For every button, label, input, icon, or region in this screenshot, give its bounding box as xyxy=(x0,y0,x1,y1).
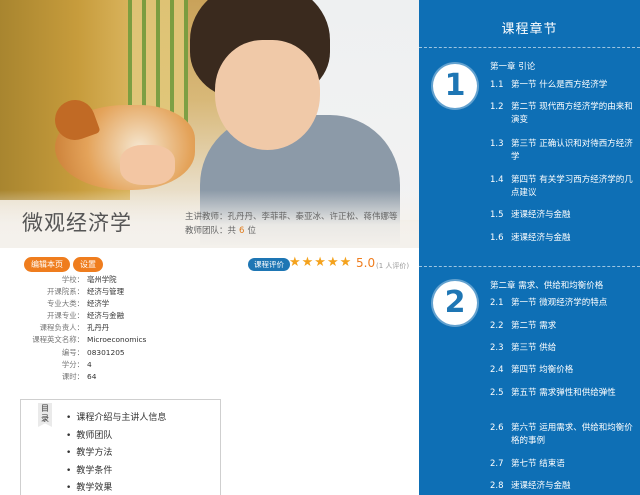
section-1-1[interactable]: 1.1 第一节 什么是西方经济学 xyxy=(490,79,638,92)
team-info: 教师团队：共 6 位 xyxy=(185,224,256,236)
section-2-7[interactable]: 2.7 第七节 结束语 xyxy=(490,458,638,471)
divider xyxy=(419,47,640,48)
section-2-4[interactable]: 2.4 第四节 均衡价格 xyxy=(490,364,638,377)
chapter-1-number-icon: 1 xyxy=(433,64,477,108)
toc-item-team[interactable]: 教师团队 xyxy=(66,428,166,446)
toc-item-results[interactable]: 教学效果 xyxy=(66,480,166,495)
course-title: 微观经济学 xyxy=(22,211,132,235)
course-rating-tag: 课程评价 xyxy=(248,258,290,271)
team-unit: 位 xyxy=(247,226,256,236)
chapter-panel-title: 课程章节 xyxy=(501,22,558,37)
info-row-leader: 课程负责人： 孔丹丹 xyxy=(39,323,110,333)
edit-page-button[interactable]: 编辑本页 xyxy=(24,257,70,272)
toc-bookmark-icon: 目录 xyxy=(38,403,52,427)
section-1-5[interactable]: 1.5 速课经济与金融 xyxy=(490,209,638,222)
rating-score: 5.0 xyxy=(356,256,376,270)
teachers-info: 主讲教师：孔丹丹、李菲菲、秦亚冰、许正松、蒋伟娜等 xyxy=(185,212,398,222)
info-row-major-category: 专业大类： 经济学 xyxy=(47,299,110,309)
toc-item-methods[interactable]: 教学方法 xyxy=(66,445,166,463)
settings-button[interactable]: 设置 xyxy=(73,257,103,272)
info-row-department: 开课院系： 经济与管理 xyxy=(47,287,124,297)
info-row-english-name: 课程英文名称： Microeconomics xyxy=(32,335,147,345)
chapter-panel: 课程章节 1 第一章 引论 1.1 第一节 什么是西方经济学 1.2 第二节 现代西… xyxy=(419,0,640,495)
section-2-1[interactable]: 2.1 第一节 微观经济学的特点 xyxy=(490,297,638,310)
section-1-4[interactable]: 1.4 第四节 有关学习西方经济学的几点建议 xyxy=(490,174,638,200)
info-row-school: 学校： 亳州学院 xyxy=(61,275,117,284)
info-row-major: 开课专业： 经济与金融 xyxy=(47,311,124,321)
rating-stars-icon: ★★★★★ xyxy=(289,255,353,270)
section-1-3[interactable]: 1.3 第三节 正确认识和对待西方经济学 xyxy=(490,138,638,164)
toc-item-intro[interactable]: 课程介绍与主讲人信息 xyxy=(66,410,166,428)
divider xyxy=(419,266,640,267)
course-info-list: 学校： 亳州学院 开课院系： 经济与管理 专业大类： 经济学 开课专业： 经济与金融 课… xyxy=(0,274,180,383)
section-1-2[interactable]: 1.2 第二节 现代西方经济学的由来和演变 xyxy=(490,101,638,127)
info-row-hours: 课时： 64 xyxy=(61,371,97,381)
team-label: 教师团队：共 xyxy=(185,226,237,236)
team-count: 6 xyxy=(239,226,245,236)
info-row-credits: 学分： 4 xyxy=(61,359,92,369)
section-2-3[interactable]: 2.3 第三节 供给 xyxy=(490,342,638,355)
info-row-code: 编号： 08301205 xyxy=(61,347,125,357)
section-2-6[interactable]: 2.6 第六节 运用需求、供给和均衡价格的事例 xyxy=(490,422,638,448)
section-1-6[interactable]: 1.6 速课经济与金融 xyxy=(490,232,638,245)
page-toc: 目录 课程介绍与主讲人信息 教师团队 教学方法 教学条件 教学效果 xyxy=(20,399,221,495)
chapter-1-title[interactable]: 第一章 引论 xyxy=(490,60,535,72)
chapter-2-number-icon: 2 xyxy=(433,281,477,325)
section-2-2[interactable]: 2.2 第二节 需求 xyxy=(490,320,638,333)
course-main-panel: 微观经济学 主讲教师：孔丹丹、李菲菲、秦亚冰、许正松、蒋伟娜等 教师团队：共 6 位… xyxy=(0,0,419,495)
chapter-2-title[interactable]: 第二章 需求、供给和均衡价格 xyxy=(490,279,603,291)
toc-item-conditions[interactable]: 教学条件 xyxy=(66,463,166,481)
toc-list: 课程介绍与主讲人信息 教师团队 教学方法 教学条件 教学效果 xyxy=(66,410,166,495)
section-2-5[interactable]: 2.5 第五节 需求弹性和供给弹性 xyxy=(490,387,638,400)
section-2-8[interactable]: 2.8 速课经济与金融 xyxy=(490,480,638,493)
rating-count: (1 人评价) xyxy=(376,262,410,270)
